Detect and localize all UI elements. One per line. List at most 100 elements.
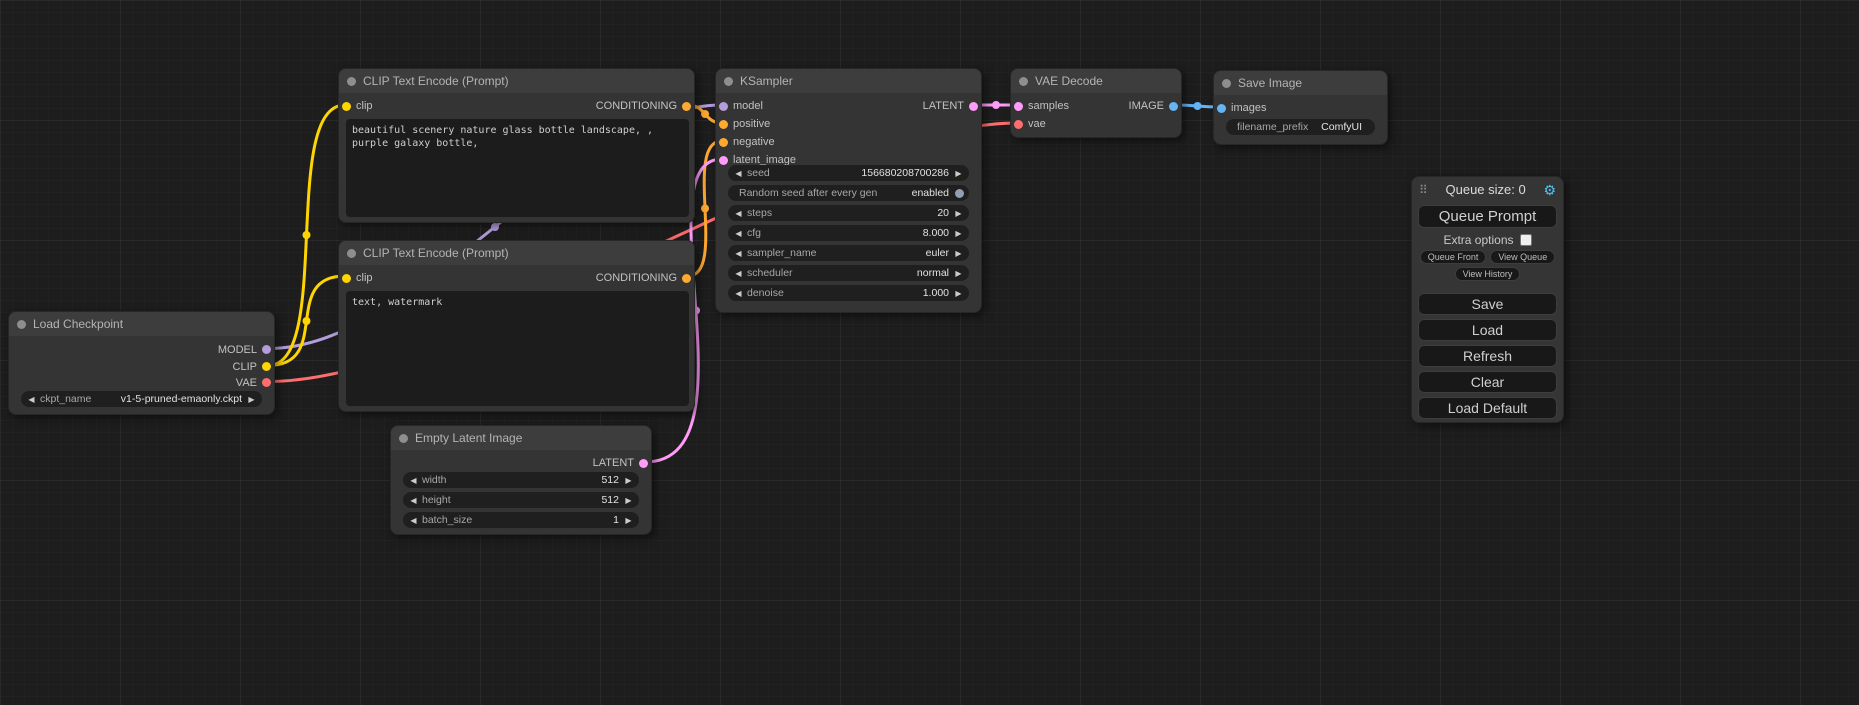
node-collapse-dot[interactable] [347, 249, 356, 258]
slot-row: LATENT [394, 454, 648, 472]
input-port-latent-image[interactable] [719, 156, 728, 165]
node-vae-decode[interactable]: VAE Decode samples IMAGE vae [1010, 68, 1182, 138]
node-collapse-dot[interactable] [399, 434, 408, 443]
input-port-positive[interactable] [719, 120, 728, 129]
node-titlebar[interactable]: Load Checkpoint [9, 312, 274, 336]
slot-label: vae [1028, 118, 1046, 130]
widget-width[interactable]: ◀ width 512 ▶ [403, 472, 639, 488]
input-port-negative[interactable] [719, 138, 728, 147]
widget-value: 20 [937, 207, 949, 219]
slot-label: IMAGE [1129, 100, 1164, 112]
node-collapse-dot[interactable] [17, 320, 26, 329]
increment-arrow-icon[interactable]: ▶ [953, 249, 964, 258]
slot-label: CONDITIONING [596, 272, 677, 284]
widget-height[interactable]: ◀ height 512 ▶ [403, 492, 639, 508]
refresh-button[interactable]: Refresh [1418, 345, 1557, 367]
decrement-arrow-icon[interactable]: ◀ [733, 289, 744, 298]
widget-label: width [422, 474, 447, 486]
decrement-arrow-icon[interactable]: ◀ [733, 249, 744, 258]
toggle-indicator[interactable] [955, 189, 964, 198]
view-history-button[interactable]: View History [1455, 267, 1521, 281]
decrement-arrow-icon[interactable]: ◀ [408, 476, 419, 485]
widget-denoise[interactable]: ◀ denoise 1.000 ▶ [728, 285, 969, 301]
output-port-latent[interactable] [969, 102, 978, 111]
output-port-image[interactable] [1169, 102, 1178, 111]
node-titlebar[interactable]: CLIP Text Encode (Prompt) [339, 69, 694, 93]
widget-seed[interactable]: ◀ seed 156680208700286 ▶ [728, 165, 969, 181]
clear-button[interactable]: Clear [1418, 371, 1557, 393]
node-collapse-dot[interactable] [724, 77, 733, 86]
widget-steps[interactable]: ◀ steps 20 ▶ [728, 205, 969, 221]
output-port-clip[interactable] [262, 362, 271, 371]
load-default-button[interactable]: Load Default [1418, 397, 1557, 419]
prompt-textarea[interactable]: beautiful scenery nature glass bottle la… [346, 119, 689, 217]
decrement-arrow-icon[interactable]: ◀ [733, 269, 744, 278]
widget-value: euler [926, 247, 949, 259]
output-port-conditioning[interactable] [682, 102, 691, 111]
node-collapse-dot[interactable] [1019, 77, 1028, 86]
queue-menu-panel[interactable]: ⠿ Queue size: 0 ⚙ Queue Prompt Extra opt… [1411, 176, 1564, 423]
node-titlebar[interactable]: CLIP Text Encode (Prompt) [339, 241, 694, 265]
node-titlebar[interactable]: Empty Latent Image [391, 426, 651, 450]
increment-arrow-icon[interactable]: ▶ [953, 169, 964, 178]
increment-arrow-icon[interactable]: ▶ [623, 516, 634, 525]
decrement-arrow-icon[interactable]: ◀ [733, 169, 744, 178]
node-titlebar[interactable]: VAE Decode [1011, 69, 1181, 93]
increment-arrow-icon[interactable]: ▶ [953, 209, 964, 218]
widget-filename-prefix[interactable]: filename_prefix ComfyUI [1226, 119, 1375, 135]
input-port-images[interactable] [1217, 104, 1226, 113]
increment-arrow-icon[interactable]: ▶ [953, 269, 964, 278]
slot-label: images [1231, 102, 1266, 114]
output-port-latent[interactable] [639, 459, 648, 468]
node-load-checkpoint[interactable]: Load Checkpoint MODEL CLIP VAE ◀ ckpt_na… [8, 311, 275, 415]
decrement-arrow-icon[interactable]: ◀ [26, 395, 37, 404]
extra-options-checkbox[interactable] [1520, 234, 1532, 246]
save-button[interactable]: Save [1418, 293, 1557, 315]
input-port-clip[interactable] [342, 102, 351, 111]
settings-gear-icon[interactable]: ⚙ [1543, 183, 1556, 197]
input-port-vae[interactable] [1014, 120, 1023, 129]
widget-cfg[interactable]: ◀ cfg 8.000 ▶ [728, 225, 969, 241]
node-title: CLIP Text Encode (Prompt) [363, 246, 509, 260]
input-port-samples[interactable] [1014, 102, 1023, 111]
node-titlebar[interactable]: KSampler [716, 69, 981, 93]
node-titlebar[interactable]: Save Image [1214, 71, 1387, 95]
decrement-arrow-icon[interactable]: ◀ [408, 496, 419, 505]
increment-arrow-icon[interactable]: ▶ [623, 496, 634, 505]
slot-row: images [1217, 99, 1384, 117]
node-collapse-dot[interactable] [347, 77, 356, 86]
node-save-image[interactable]: Save Image images filename_prefix ComfyU… [1213, 70, 1388, 145]
increment-arrow-icon[interactable]: ▶ [246, 395, 257, 404]
widget-label: steps [747, 207, 772, 219]
node-collapse-dot[interactable] [1222, 79, 1231, 88]
node-empty-latent-image[interactable]: Empty Latent Image LATENT ◀ width 512 ▶ … [390, 425, 652, 535]
widget-random-seed[interactable]: Random seed after every gen enabled [728, 185, 969, 201]
drag-handle-icon[interactable]: ⠿ [1419, 184, 1428, 196]
load-button[interactable]: Load [1418, 319, 1557, 341]
decrement-arrow-icon[interactable]: ◀ [733, 209, 744, 218]
output-port-conditioning[interactable] [682, 274, 691, 283]
node-ksampler[interactable]: KSampler model LATENT positive negative … [715, 68, 982, 313]
prompt-textarea[interactable]: text, watermark [346, 291, 689, 406]
queue-prompt-button[interactable]: Queue Prompt [1418, 205, 1557, 228]
node-clip-text-encode-negative[interactable]: CLIP Text Encode (Prompt) clip CONDITION… [338, 240, 695, 412]
view-queue-button[interactable]: View Queue [1490, 250, 1555, 264]
widget-ckpt-name[interactable]: ◀ ckpt_name v1-5-pruned-emaonly.ckpt ▶ [21, 391, 262, 407]
queue-front-button[interactable]: Queue Front [1420, 250, 1487, 264]
widget-scheduler[interactable]: ◀ scheduler normal ▶ [728, 265, 969, 281]
output-port-model[interactable] [262, 345, 271, 354]
input-port-model[interactable] [719, 102, 728, 111]
decrement-arrow-icon[interactable]: ◀ [408, 516, 419, 525]
increment-arrow-icon[interactable]: ▶ [953, 289, 964, 298]
widget-sampler-name[interactable]: ◀ sampler_name euler ▶ [728, 245, 969, 261]
menu-header[interactable]: ⠿ Queue size: 0 ⚙ [1412, 177, 1563, 199]
increment-arrow-icon[interactable]: ▶ [623, 476, 634, 485]
widget-batch-size[interactable]: ◀ batch_size 1 ▶ [403, 512, 639, 528]
increment-arrow-icon[interactable]: ▶ [953, 229, 964, 238]
widget-value: enabled [912, 187, 949, 199]
output-port-vae[interactable] [262, 378, 271, 387]
node-clip-text-encode-positive[interactable]: CLIP Text Encode (Prompt) clip CONDITION… [338, 68, 695, 223]
decrement-arrow-icon[interactable]: ◀ [733, 229, 744, 238]
input-port-clip[interactable] [342, 274, 351, 283]
slot-label: LATENT [923, 100, 964, 112]
